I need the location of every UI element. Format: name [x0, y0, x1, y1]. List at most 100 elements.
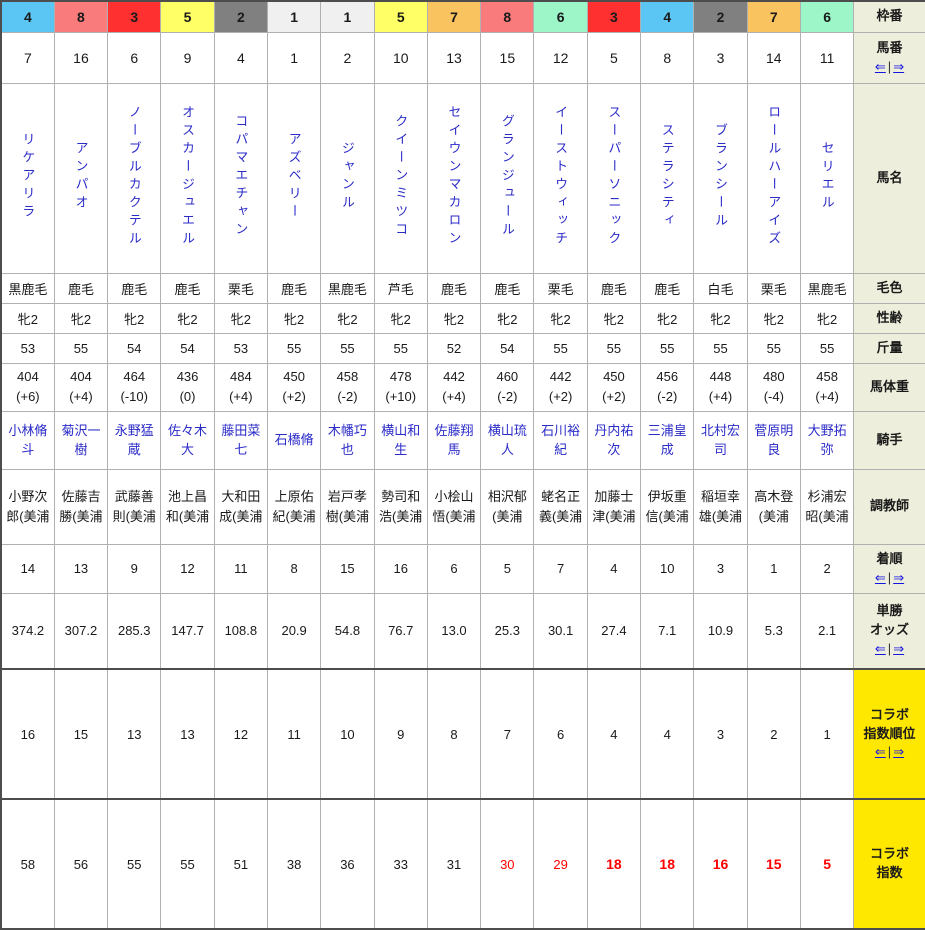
jockey-link[interactable]: 菊沢一樹	[61, 423, 100, 458]
win-odds-cell: 307.2	[54, 593, 107, 669]
win-odds-cell: 2.1	[800, 593, 853, 669]
horse-name-link[interactable]: ノーブルカクテル	[125, 237, 144, 252]
win-odds-cell: 285.3	[108, 593, 161, 669]
row-header-label: 単勝	[855, 602, 924, 621]
row-header-label: コラボ	[855, 845, 924, 864]
carried-weight-cell: 55	[694, 333, 747, 363]
collab-index-cell: 55	[161, 799, 214, 929]
horse-name-cell: ジャンル	[321, 83, 374, 273]
row-header-label: オッズ	[855, 621, 924, 640]
row-header-label: 指数	[855, 864, 924, 883]
row-header-label: 枠番	[855, 7, 924, 26]
horse-name-vertical-text: スーパーソニック	[604, 105, 623, 249]
horse-name-link[interactable]: コパマエチャン	[231, 228, 250, 243]
collab-index-rank-cell: 1	[800, 669, 853, 799]
jockey-cell: 菅原明良	[747, 411, 800, 469]
sex-age-cell: 牝2	[214, 303, 267, 333]
arrow-left-link[interactable]: ⇐	[875, 641, 886, 656]
collab-index-rank-cell: 10	[321, 669, 374, 799]
jockey-link[interactable]: 菅原明良	[754, 423, 793, 458]
horse-name-link[interactable]: イーストウィッチ	[551, 237, 570, 252]
coat-color-cell: 鹿毛	[54, 273, 107, 303]
jockey-cell: 石川裕紀	[534, 411, 587, 469]
horse-name-link[interactable]: セイウンマカロン	[445, 237, 464, 252]
finish-position-cell: 1	[747, 544, 800, 593]
collab-index-rank-cell: 13	[108, 669, 161, 799]
sex-age-cell: 牝2	[108, 303, 161, 333]
sex-age-cell: 牝2	[481, 303, 534, 333]
collab-index-rank-cell: 15	[54, 669, 107, 799]
horse-number-cell: 2	[321, 32, 374, 83]
horse-name-link[interactable]: クイーンミツコ	[391, 228, 410, 243]
arrow-right-link[interactable]: ⇒	[893, 641, 904, 656]
trainer-cell: 伊坂重信(美浦	[641, 469, 694, 544]
horse-name-link[interactable]: スーパーソニック	[604, 237, 623, 252]
arrow-right-link[interactable]: ⇒	[893, 744, 904, 759]
body-weight-cell: 436 (0)	[161, 363, 214, 411]
row-header-collab-index-rank: コラボ指数順位⇐|⇒	[854, 669, 925, 799]
horse-name-link[interactable]: ジャンル	[338, 201, 357, 216]
trainer-cell: 相沢郁(美浦	[481, 469, 534, 544]
horse-name-vertical-text: アズベリー	[285, 132, 304, 222]
horse-number-cell: 10	[374, 32, 427, 83]
win-odds-cell: 30.1	[534, 593, 587, 669]
jockey-link[interactable]: 木幡巧也	[328, 423, 367, 458]
jockey-link[interactable]: 大野拓弥	[808, 423, 847, 458]
horse-name-link[interactable]: ロールハーアイズ	[764, 237, 783, 252]
frame-cell: 4	[1, 1, 54, 32]
row-header-frame: 枠番	[854, 1, 925, 32]
jockey-link[interactable]: 横山琉人	[488, 423, 527, 458]
horse-name-link[interactable]: リケアリラ	[18, 210, 37, 225]
jockey-link[interactable]: 丹内祐次	[594, 423, 633, 458]
row-jockey: 小林脩斗菊沢一樹永野猛蔵佐々木大藤田菜七石橋脩木幡巧也横山和生佐藤翔馬横山琉人石…	[1, 411, 925, 469]
horse-name-link[interactable]: ステラシティ	[658, 219, 677, 234]
arrow-left-link[interactable]: ⇐	[875, 570, 886, 585]
jockey-link[interactable]: 小林脩斗	[8, 423, 47, 458]
jockey-link[interactable]: 永野猛蔵	[115, 423, 154, 458]
win-odds-cell: 25.3	[481, 593, 534, 669]
horse-name-vertical-text: コパマエチャン	[231, 114, 250, 240]
coat-color-cell: 鹿毛	[267, 273, 320, 303]
jockey-link[interactable]: 石橋脩	[275, 432, 314, 447]
frame-cell: 4	[641, 1, 694, 32]
carried-weight-cell: 55	[54, 333, 107, 363]
row-header-finish-position: 着順⇐|⇒	[854, 544, 925, 593]
horse-name-link[interactable]: オスカージュエル	[178, 237, 197, 252]
horse-name-link[interactable]: アズベリー	[285, 210, 304, 225]
jockey-link[interactable]: 三浦皇成	[648, 423, 687, 458]
jockey-link[interactable]: 北村宏司	[701, 423, 740, 458]
horse-name-link[interactable]: グランジュール	[498, 228, 517, 243]
collab-index-cell: 58	[1, 799, 54, 929]
arrow-left-link[interactable]: ⇐	[875, 59, 886, 74]
jockey-link[interactable]: 横山和生	[381, 423, 420, 458]
frame-cell: 3	[587, 1, 640, 32]
horse-number-cell: 1	[267, 32, 320, 83]
arrow-right-link[interactable]: ⇒	[893, 59, 904, 74]
horse-name-link[interactable]: ブランシール	[711, 219, 730, 234]
frame-cell: 8	[481, 1, 534, 32]
sex-age-cell: 牝2	[54, 303, 107, 333]
sort-arrows: ⇐|⇒	[855, 743, 924, 762]
frame-cell: 6	[534, 1, 587, 32]
jockey-link[interactable]: 藤田菜七	[221, 423, 260, 458]
row-header-label: 騎手	[855, 431, 924, 450]
finish-position-cell: 13	[54, 544, 107, 593]
finish-position-cell: 4	[587, 544, 640, 593]
collab-index-cell: 33	[374, 799, 427, 929]
jockey-link[interactable]: 佐々木大	[168, 423, 207, 458]
coat-color-cell: 鹿毛	[427, 273, 480, 303]
arrow-right-link[interactable]: ⇒	[893, 570, 904, 585]
frame-cell: 3	[108, 1, 161, 32]
trainer-cell: 小野次郎(美浦	[1, 469, 54, 544]
jockey-cell: 菊沢一樹	[54, 411, 107, 469]
horse-name-vertical-text: セリエル	[818, 141, 837, 213]
horse-name-link[interactable]: セリエル	[818, 201, 837, 216]
carried-weight-cell: 54	[481, 333, 534, 363]
jockey-link[interactable]: 佐藤翔馬	[435, 423, 474, 458]
sex-age-cell: 牝2	[427, 303, 480, 333]
arrow-left-link[interactable]: ⇐	[875, 744, 886, 759]
jockey-link[interactable]: 石川裕紀	[541, 423, 580, 458]
coat-color-cell: 黒鹿毛	[1, 273, 54, 303]
sex-age-cell: 牝2	[267, 303, 320, 333]
horse-name-link[interactable]: アンパオ	[71, 201, 90, 216]
